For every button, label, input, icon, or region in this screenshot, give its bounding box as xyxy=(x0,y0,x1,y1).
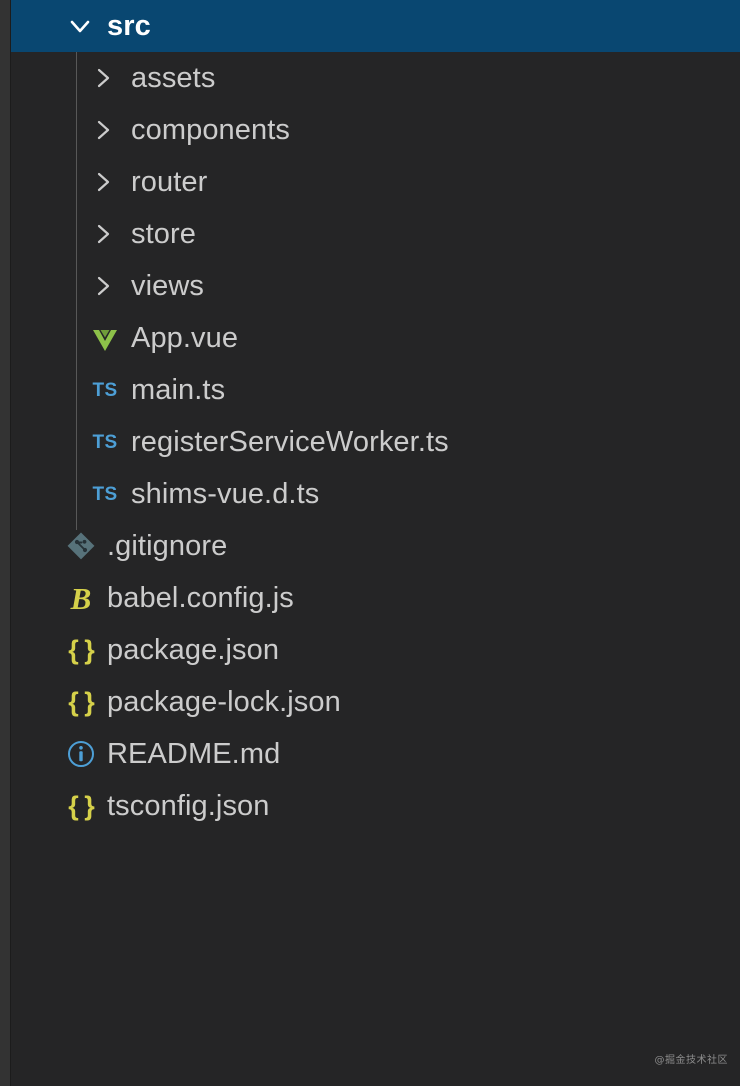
tree-row[interactable]: TS registerServiceWorker.ts xyxy=(11,416,740,468)
tree-row-label: router xyxy=(131,165,208,198)
tree-row[interactable]: TS main.ts xyxy=(11,364,740,416)
chevron-right-icon[interactable] xyxy=(89,167,119,197)
activity-bar-strip xyxy=(0,0,10,1086)
typescript-file-icon: TS xyxy=(92,431,118,453)
tree-row-label: registerServiceWorker.ts xyxy=(131,425,449,458)
tree-row[interactable]: views xyxy=(11,260,740,312)
typescript-file-icon: TS xyxy=(92,483,118,505)
tree-row[interactable]: README.md xyxy=(11,728,740,780)
babel-file-icon: B xyxy=(70,580,92,616)
tree-row-label: src xyxy=(107,9,151,42)
tree-row-label: README.md xyxy=(107,737,281,770)
tree-row-label: views xyxy=(131,269,205,302)
tree-row[interactable]: { } package-lock.json xyxy=(11,676,740,728)
tree-row-label: assets xyxy=(131,61,216,94)
tree-row-label: tsconfig.json xyxy=(107,789,270,822)
chevron-right-icon[interactable] xyxy=(89,115,119,145)
tree-row[interactable]: { } package.json xyxy=(11,624,740,676)
tree-row[interactable]: TS shims-vue.d.ts xyxy=(11,468,740,520)
tree-row[interactable]: Bbabel.config.js xyxy=(11,572,740,624)
watermark-text: @掘金技术社区 xyxy=(654,1055,728,1066)
json-file-icon: { } xyxy=(68,634,95,665)
explorer-tree-container[interactable]: src assets components router store views App.v… xyxy=(11,0,740,1086)
git-file-icon xyxy=(65,530,97,562)
tree-row-root[interactable]: src xyxy=(11,0,740,52)
tree-row[interactable]: store xyxy=(11,208,740,260)
tree-row-label: components xyxy=(131,113,290,146)
tree-row[interactable]: components xyxy=(11,104,740,156)
json-file-icon: { } xyxy=(68,790,95,821)
tree-row-label: shims-vue.d.ts xyxy=(131,477,320,510)
chevron-right-icon[interactable] xyxy=(89,219,119,249)
tree-row-label: package.json xyxy=(107,633,280,666)
tree-row[interactable]: assets xyxy=(11,52,740,104)
file-explorer-panel: src assets components router store views App.v… xyxy=(0,0,740,1086)
tree-row[interactable]: .gitignore xyxy=(11,520,740,572)
chevron-down-icon[interactable] xyxy=(65,11,95,41)
tree-row-label: App.vue xyxy=(131,321,239,354)
tree-row-label: main.ts xyxy=(131,373,226,406)
json-file-icon: { } xyxy=(68,686,95,717)
chevron-right-icon[interactable] xyxy=(89,63,119,93)
file-tree[interactable]: src assets components router store views App.v… xyxy=(11,0,740,832)
tree-row-label: store xyxy=(131,217,196,250)
tree-row-label: babel.config.js xyxy=(107,581,294,614)
typescript-file-icon: TS xyxy=(92,379,118,401)
info-file-icon xyxy=(65,738,97,770)
tree-row[interactable]: router xyxy=(11,156,740,208)
chevron-right-icon[interactable] xyxy=(89,271,119,301)
vue-file-icon xyxy=(89,322,121,354)
tree-row-label: .gitignore xyxy=(107,529,228,562)
tree-row[interactable]: { } tsconfig.json xyxy=(11,780,740,832)
tree-row-label: package-lock.json xyxy=(107,685,341,718)
tree-row[interactable]: App.vue xyxy=(11,312,740,364)
